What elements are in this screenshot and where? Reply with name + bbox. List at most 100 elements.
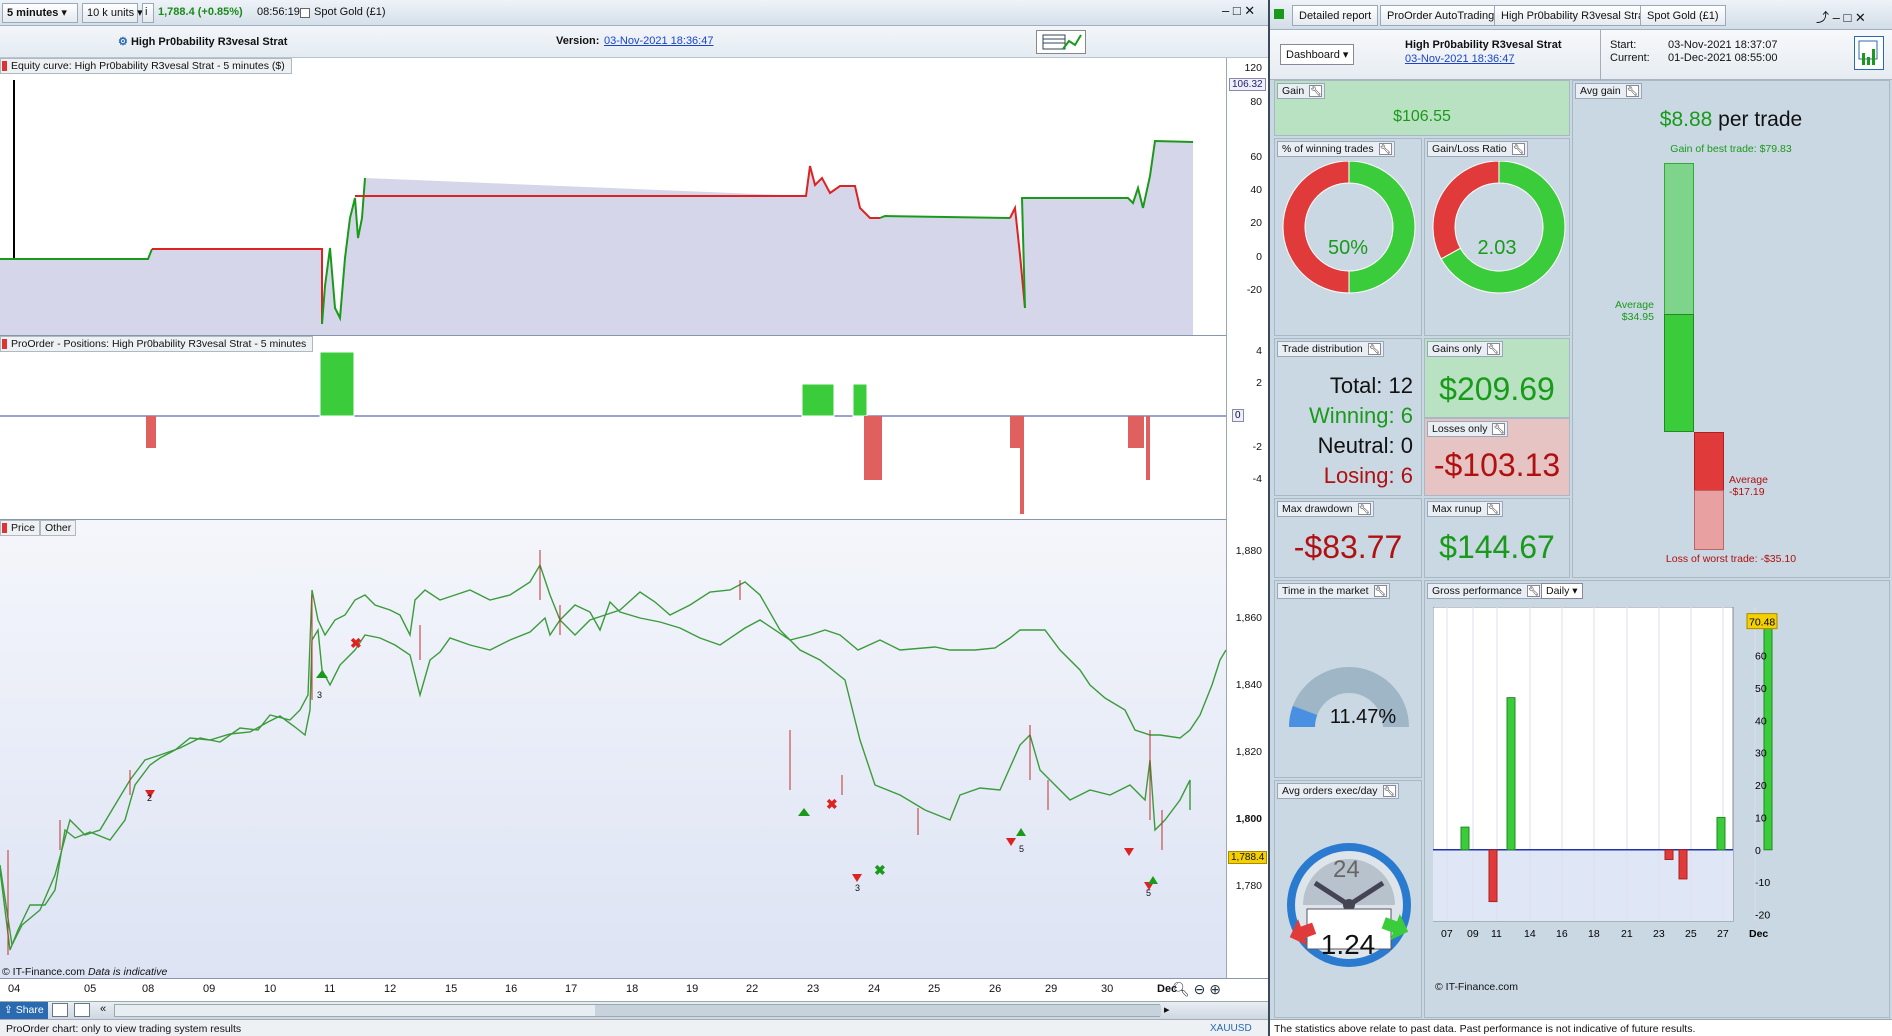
gross-bar-24 xyxy=(1678,849,1688,880)
positions-last-value: 0 xyxy=(1232,409,1244,422)
x-tick: 09 xyxy=(203,983,216,995)
x-tick: 09 xyxy=(1467,928,1479,940)
wrench-icon[interactable]: 🔧︎ xyxy=(1373,585,1387,597)
gross-bar-08 xyxy=(1460,826,1470,851)
time-market-box: Time in the market 🔧︎ 11.47% xyxy=(1274,580,1422,778)
trade-label: 3 xyxy=(855,883,861,893)
tick: 2 xyxy=(1256,377,1262,389)
window-controls[interactable]: – □ ✕ xyxy=(1222,3,1255,19)
tab-price[interactable]: Price xyxy=(0,520,40,536)
gross-bar-23 xyxy=(1664,849,1674,860)
gains-only-value: $209.69 xyxy=(1439,371,1555,407)
trade-label: 5 xyxy=(1019,844,1025,854)
negative-area xyxy=(1433,849,1733,921)
scroll-right-icon[interactable]: ▸ xyxy=(1164,1003,1170,1016)
x-tick: 23 xyxy=(807,983,820,995)
gains-only-box: Gains only 🔧︎ $209.69 xyxy=(1424,338,1570,418)
tick: 4 xyxy=(1256,345,1262,357)
price-y-axis: 1,880 1,860 1,840 1,820 1,800 1,780 1,78… xyxy=(1226,520,1268,980)
wrench-icon[interactable]: 🔧︎ xyxy=(1309,85,1323,97)
gain-box: Gain 🔧︎ $106.55 xyxy=(1274,80,1570,136)
tick: 1,820 xyxy=(1235,746,1262,758)
tab-detailed-report[interactable]: Detailed report xyxy=(1292,5,1379,26)
wrench-icon[interactable]: 🔧︎ xyxy=(1367,343,1381,355)
max-runup-value: $144.67 xyxy=(1439,529,1555,565)
y-tick: 40 xyxy=(1755,715,1767,727)
export-icon[interactable] xyxy=(1854,36,1884,70)
wrench-icon[interactable]: 🔧︎ xyxy=(1492,423,1506,435)
version-link[interactable]: 03-Nov-2021 18:36:47 xyxy=(604,35,713,47)
wrench-icon[interactable]: 🔧︎ xyxy=(1357,503,1371,515)
chart-toolbar: 5 minutes ▾ 10 k units ▾ i 1,788.4 (+0.8… xyxy=(0,0,1268,26)
x-tick: 08 xyxy=(142,983,155,995)
window-controls[interactable]: ⤴ – □ ✕ xyxy=(1816,7,1866,26)
avg-orders-value: 1.24 xyxy=(1320,929,1376,960)
period-select[interactable]: Daily ▾ xyxy=(1541,583,1583,599)
max-runup-label: Max runup 🔧︎ xyxy=(1427,501,1503,517)
indicator-icon[interactable] xyxy=(74,1003,90,1017)
tick: 1,860 xyxy=(1235,612,1262,624)
losing-trades: Losing: 6 xyxy=(1323,463,1413,488)
scroll-left-icon[interactable]: « xyxy=(100,1003,106,1015)
wrench-icon[interactable]: 🔧︎ xyxy=(1625,85,1639,97)
x-tick: 11 xyxy=(324,983,336,995)
trade-dist-box: Trade distribution 🔧︎ Total: 12 Winning: … xyxy=(1274,338,1422,496)
zoom-icons[interactable]: 🔍︎ ⊖ ⊕ xyxy=(1172,981,1221,998)
bottom-toolbar: ⇪ Share « ▸ xyxy=(0,1001,1268,1019)
dashboard-select[interactable]: Dashboard ▾ xyxy=(1280,44,1355,65)
wrench-icon[interactable]: 🔧︎ xyxy=(1526,585,1540,597)
strategy-icon: ⚙ xyxy=(118,36,128,48)
report-icon[interactable] xyxy=(1036,30,1086,54)
trade-label: 3 xyxy=(317,690,323,700)
timeframe-select[interactable]: 5 minutes ▾ xyxy=(2,3,78,23)
tab-other[interactable]: Other xyxy=(40,520,77,536)
current-time: 08:56:19 xyxy=(257,6,300,18)
price-last-value: 1,788.4 xyxy=(1228,851,1268,864)
report-strategy-date[interactable]: 03-Nov-2021 18:36:47 xyxy=(1405,53,1514,65)
wrench-icon[interactable]: 🔧︎ xyxy=(1378,143,1392,155)
avg-orders-max: 24 xyxy=(1333,856,1360,883)
layout-icon[interactable] xyxy=(52,1003,68,1017)
x-tick: 07 xyxy=(1441,928,1453,940)
wrench-icon[interactable]: 🔧︎ xyxy=(1382,785,1396,797)
units-select[interactable]: 10 k units ▾ xyxy=(82,3,143,23)
gross-bar-26 xyxy=(1716,816,1726,851)
tab-strategy[interactable]: High Pr0bability R3vesal Strat xyxy=(1494,5,1655,26)
x-tick: Dec xyxy=(1749,928,1768,940)
winning-trades: Winning: 6 xyxy=(1309,403,1413,428)
best-trade-bar xyxy=(1664,163,1694,315)
wrench-icon[interactable]: 🔧︎ xyxy=(1486,503,1500,515)
scroll-thumb[interactable] xyxy=(595,1005,1161,1016)
share-button[interactable]: ⇪ Share xyxy=(0,1002,48,1019)
gl-ratio-value: 2.03 xyxy=(1477,237,1517,259)
tick: 1,780 xyxy=(1235,880,1262,892)
tick: 0 xyxy=(1256,251,1262,263)
wrench-icon[interactable]: 🔧︎ xyxy=(1511,143,1525,155)
report-window: Detailed report ProOrder AutoTrading Hig… xyxy=(1270,0,1892,1036)
version-label: Version: xyxy=(556,35,600,47)
x-tick: 12 xyxy=(384,983,397,995)
avg-orders-box: Avg orders exec/day 🔧︎ 24 1.24 xyxy=(1274,780,1422,1018)
tab-autotrading[interactable]: ProOrder AutoTrading xyxy=(1380,5,1502,26)
chart-scrollbar[interactable] xyxy=(114,1004,1161,1017)
x-tick: 16 xyxy=(505,983,518,995)
report-header: Dashboard ▾ High Pr0bability R3vesal Str… xyxy=(1270,30,1892,80)
wrench-icon[interactable]: 🔧︎ xyxy=(1486,343,1500,355)
max-runup-box: Max runup 🔧︎ $144.67 xyxy=(1424,498,1570,578)
x-tick: 19 xyxy=(686,983,699,995)
x-tick: 21 xyxy=(1621,928,1633,940)
current-label: Current: xyxy=(1610,52,1650,64)
gl-ratio-box: Gain/Loss Ratio 🔧︎ 2.03 xyxy=(1424,138,1570,336)
x-tick: 29 xyxy=(1045,983,1058,995)
tick: 40 xyxy=(1250,184,1262,196)
avg-gain-label: Avg gain 🔧︎ xyxy=(1575,83,1642,99)
trade-label: 5 xyxy=(1146,888,1152,898)
tab-instrument[interactable]: Spot Gold (£1) xyxy=(1640,5,1726,26)
strategy-title: ⚙ High Pr0bability R3vesal Strat xyxy=(118,36,288,48)
y-tick: 0 xyxy=(1755,845,1761,857)
winning-pct-value: 50% xyxy=(1327,237,1369,259)
tick: 1,880 xyxy=(1235,545,1262,557)
symbol-label: XAUUSD xyxy=(1210,1023,1252,1034)
info-icon[interactable]: i xyxy=(142,3,154,23)
y-tick: 30 xyxy=(1755,748,1767,760)
